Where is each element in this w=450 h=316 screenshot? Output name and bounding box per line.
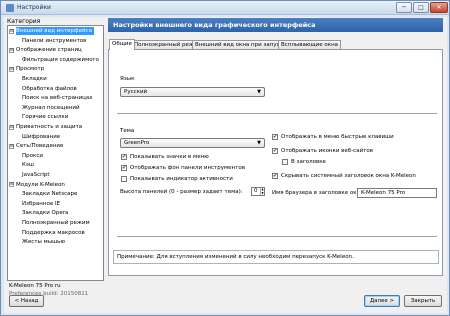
menu-shortcuts-checkbox[interactable]: ✔	[272, 134, 278, 140]
client-area: Категория ⊟ Внешний вид интерфейса Панели …	[4, 17, 447, 313]
chevron-down-icon: ▼	[257, 89, 261, 95]
tree-item[interactable]: Поиск на веб-страницах	[22, 94, 93, 102]
tree-item[interactable]: Просмотр	[16, 65, 44, 73]
theme-select[interactable]: GreenPro ▼	[120, 138, 265, 148]
tree-item[interactable]: Отображение страниц	[16, 46, 82, 54]
divider	[117, 113, 437, 114]
tree-expand-icon[interactable]: ⊟	[9, 124, 14, 130]
tree-item[interactable]: Вкладки	[22, 75, 47, 83]
browser-name-field[interactable]: K-Meleon 75 Pro	[357, 188, 437, 198]
theme-value: GreenPro	[124, 140, 150, 146]
browser-name-label: Имя браузера в заголовке окна:	[272, 190, 366, 196]
minimize-button[interactable]: ─	[396, 2, 412, 13]
toolbar-background-label: Отображать фон панели инструментов	[130, 165, 245, 171]
language-select[interactable]: Русский ▼	[120, 87, 265, 97]
tab-startup-window[interactable]: Внешний вид окна при запуске	[192, 40, 290, 49]
page-title: Настройки внешнего вида графического инт…	[108, 18, 443, 32]
panel-height-stepper[interactable]: 0 ▲ ▼	[251, 187, 265, 196]
tree-item[interactable]: Обработка файлов	[22, 85, 77, 93]
show-menu-icons-checkbox[interactable]: ✔	[121, 154, 127, 160]
site-icons-label: Отображать иконки веб-сайтов	[281, 148, 373, 154]
language-value: Русский	[124, 89, 148, 95]
site-icons-checkbox[interactable]: ✔	[272, 148, 278, 154]
maximize-button[interactable]: □	[413, 2, 429, 13]
tree-item[interactable]: Избранное IE	[22, 200, 60, 208]
category-tree[interactable]: ⊟ Внешний вид интерфейса Панели инструмент…	[7, 25, 104, 281]
tree-item[interactable]: JavaScript	[22, 171, 50, 179]
category-label: Категория	[7, 18, 41, 25]
show-menu-icons-label: Показывать значки в меню	[130, 154, 209, 160]
tab-general[interactable]: Общие	[109, 39, 135, 50]
close-button[interactable]: Закрыть	[404, 295, 442, 307]
language-label: Язык	[120, 76, 135, 82]
tree-expand-icon[interactable]: ⊟	[9, 28, 14, 34]
tree-item[interactable]: Внешний вид интерфейса	[16, 27, 94, 35]
tree-item[interactable]: Закладки Netscape	[22, 190, 77, 198]
tree-item[interactable]: Прокси	[22, 152, 43, 160]
spin-down-icon[interactable]: ▼	[261, 191, 264, 196]
tree-item[interactable]: Журнал посещений	[22, 104, 80, 112]
toolbar-background-checkbox[interactable]: ✔	[121, 165, 127, 171]
general-panel: Язык Русский ▼ Тема GreenPro ▼ ✔ Показыв…	[108, 49, 443, 276]
tree-item[interactable]: Сеть/Поведение	[16, 142, 63, 150]
tree-item[interactable]: Панели инструментов	[22, 37, 86, 45]
title-bar[interactable]: Настройки ─ □ ✕	[1, 1, 449, 15]
app-icon	[6, 4, 14, 12]
panel-height-label: Высота панелей (0 - размер задает тема):	[120, 189, 243, 195]
tab-popups[interactable]: Всплывающие окна	[278, 40, 342, 49]
spin-arrows-icon[interactable]: ▲ ▼	[260, 187, 264, 196]
next-button[interactable]: Далее >	[364, 295, 400, 307]
tree-item[interactable]: Шифрование	[22, 133, 60, 141]
tree-item[interactable]: Полноэкранный режим	[22, 219, 90, 227]
hide-system-title-label: Скрывать системный заголовок окна K-Mele…	[281, 173, 416, 179]
tree-expand-icon[interactable]: ⊟	[9, 66, 14, 72]
menu-shortcuts-label: Отображать в меню быстрые клавиши	[281, 134, 394, 140]
tree-expand-icon[interactable]: ⊟	[9, 182, 14, 188]
restart-note: Примечание: Для вступления изменений в с…	[113, 250, 439, 264]
tree-expand-icon[interactable]: ⊟	[9, 47, 14, 53]
window-title: Настройки	[17, 4, 51, 11]
activity-indicator-checkbox[interactable]	[121, 176, 127, 182]
divider	[117, 236, 437, 237]
tree-item[interactable]: Кэш	[22, 161, 34, 169]
preferences-window: Настройки ─ □ ✕ Категория ⊟ Внешний вид и…	[0, 0, 450, 316]
tree-expand-icon[interactable]: ⊟	[9, 143, 14, 149]
tree-item[interactable]: Поддержка макросов	[22, 229, 85, 237]
tree-item[interactable]: Приватность и защита	[16, 123, 82, 131]
tree-item[interactable]: Фильтрация содержимого	[22, 56, 99, 64]
tree-item[interactable]: Горячие ссылки	[22, 113, 68, 121]
activity-indicator-label: Показывать индикатор активности	[130, 176, 233, 182]
in-title-label: В заголовке	[291, 159, 326, 165]
version-text: K-Meleon 75 Pro ru	[9, 283, 61, 289]
hide-system-title-checkbox[interactable]: ✔	[272, 173, 278, 179]
tree-item[interactable]: Жесты мышью	[22, 238, 65, 246]
panel-height-value: 0	[254, 188, 258, 194]
in-title-checkbox[interactable]	[282, 159, 288, 165]
tree-item[interactable]: Закладки Opera	[22, 209, 68, 217]
tree-item[interactable]: Модули K-Meleon	[16, 181, 65, 189]
close-window-button[interactable]: ✕	[430, 2, 448, 13]
back-button[interactable]: < Назад	[9, 295, 44, 307]
chevron-down-icon: ▼	[257, 140, 261, 146]
theme-label: Тема	[120, 128, 135, 134]
